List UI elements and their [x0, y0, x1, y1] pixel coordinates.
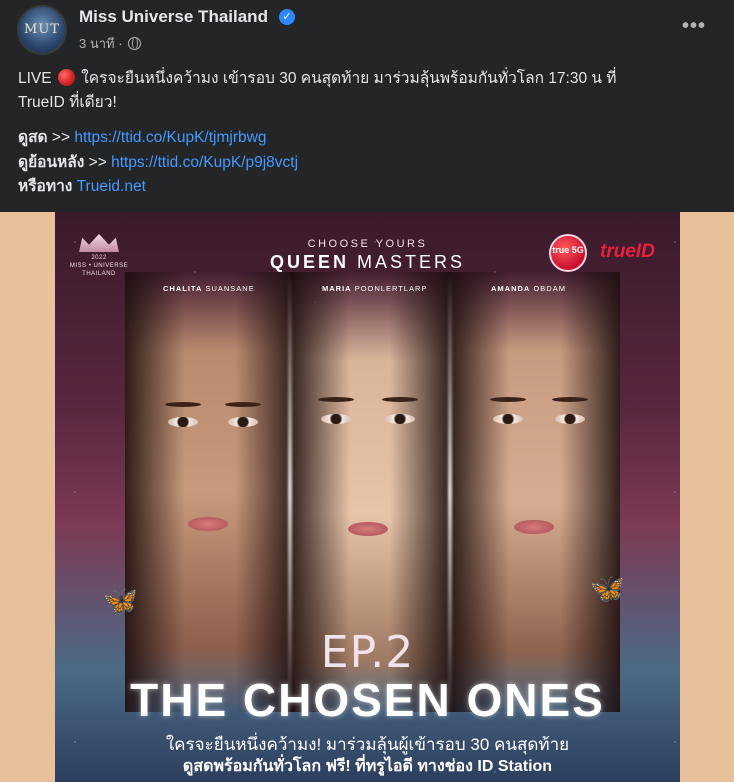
trueid-site-link[interactable]: Trueid.net	[77, 178, 146, 195]
link-label: ดูย้อนหลัง	[18, 153, 85, 171]
link-label: ดูสด	[18, 129, 48, 146]
butterfly-icon: 🦋	[103, 585, 138, 616]
butterfly-icon: 🦋	[590, 573, 625, 604]
contestant-name-1: CHALITA SUANSANE	[163, 284, 255, 293]
poster-subtitle-2: ดูสดพร้อมกันทั่วโลก ฟรี! ที่ทรูไอดี ทางช…	[182, 758, 553, 775]
queen-word: QUEEN	[269, 252, 349, 272]
contestant-name-3: AMANDA OBDAM	[491, 284, 566, 293]
link-arrow: >>	[51, 129, 71, 146]
page-name-link[interactable]: Miss Universe Thailand	[79, 7, 268, 27]
post-text-line1: ใครจะยืนหนึ่งคว้ามง เข้ารอบ 30 คนสุดท้าย…	[81, 70, 617, 87]
masters-word: MASTERS	[357, 252, 466, 272]
replay-link[interactable]: https://ttid.co/KupK/p9j8vctj	[111, 154, 298, 171]
poster-image[interactable]: 2022 MISS • UNIVERSE THAILAND CHOOSE YOU…	[55, 212, 680, 782]
link-row-site: หรือทาง Trueid.net	[18, 175, 298, 200]
poster-title: THE CHOSEN ONES	[130, 674, 605, 726]
true5g-logo: true 5G	[549, 234, 587, 272]
link-row-live: ดูสด >> https://ttid.co/KupK/tjmjrbwg	[18, 126, 298, 151]
post-links: ดูสด >> https://ttid.co/KupK/tjmjrbwg ดู…	[18, 126, 298, 200]
post-image-container[interactable]: 2022 MISS • UNIVERSE THAILAND CHOOSE YOU…	[0, 212, 734, 782]
link-row-replay: ดูย้อนหลัง >> https://ttid.co/KupK/p9j8v…	[18, 151, 298, 176]
link-label: หรือทาง	[18, 178, 73, 195]
post-meta: 3 นาที ·	[79, 33, 142, 54]
page-avatar[interactable]: MUT	[17, 5, 67, 55]
link-arrow: >>	[88, 153, 107, 171]
live-stream-link[interactable]: https://ttid.co/KupK/tjmjrbwg	[74, 129, 266, 146]
contestant-name-2: MARIA POONLERTLARP	[322, 284, 428, 293]
avatar-logo-text: MUT	[24, 22, 60, 37]
trueid-logo: trueID	[600, 241, 655, 262]
more-options-button[interactable]: •••	[676, 10, 712, 46]
post-body-text: LIVE ใครจะยืนหนึ่งคว้ามง เข้ารอบ 30 คนสุ…	[18, 67, 718, 114]
public-globe-icon[interactable]	[128, 37, 142, 50]
post-text-line2: TrueID ที่เดียว!	[18, 93, 117, 111]
post-header: MUT Miss Universe Thailand ✓ 3 นาที · ••…	[0, 0, 734, 60]
red-circle-icon	[57, 69, 75, 86]
post-timestamp[interactable]: 3 นาที	[79, 36, 115, 51]
live-label: LIVE	[18, 70, 52, 87]
verified-badge-icon: ✓	[279, 9, 295, 25]
episode-label: EP.2	[320, 627, 415, 678]
meta-separator: ·	[118, 36, 123, 51]
